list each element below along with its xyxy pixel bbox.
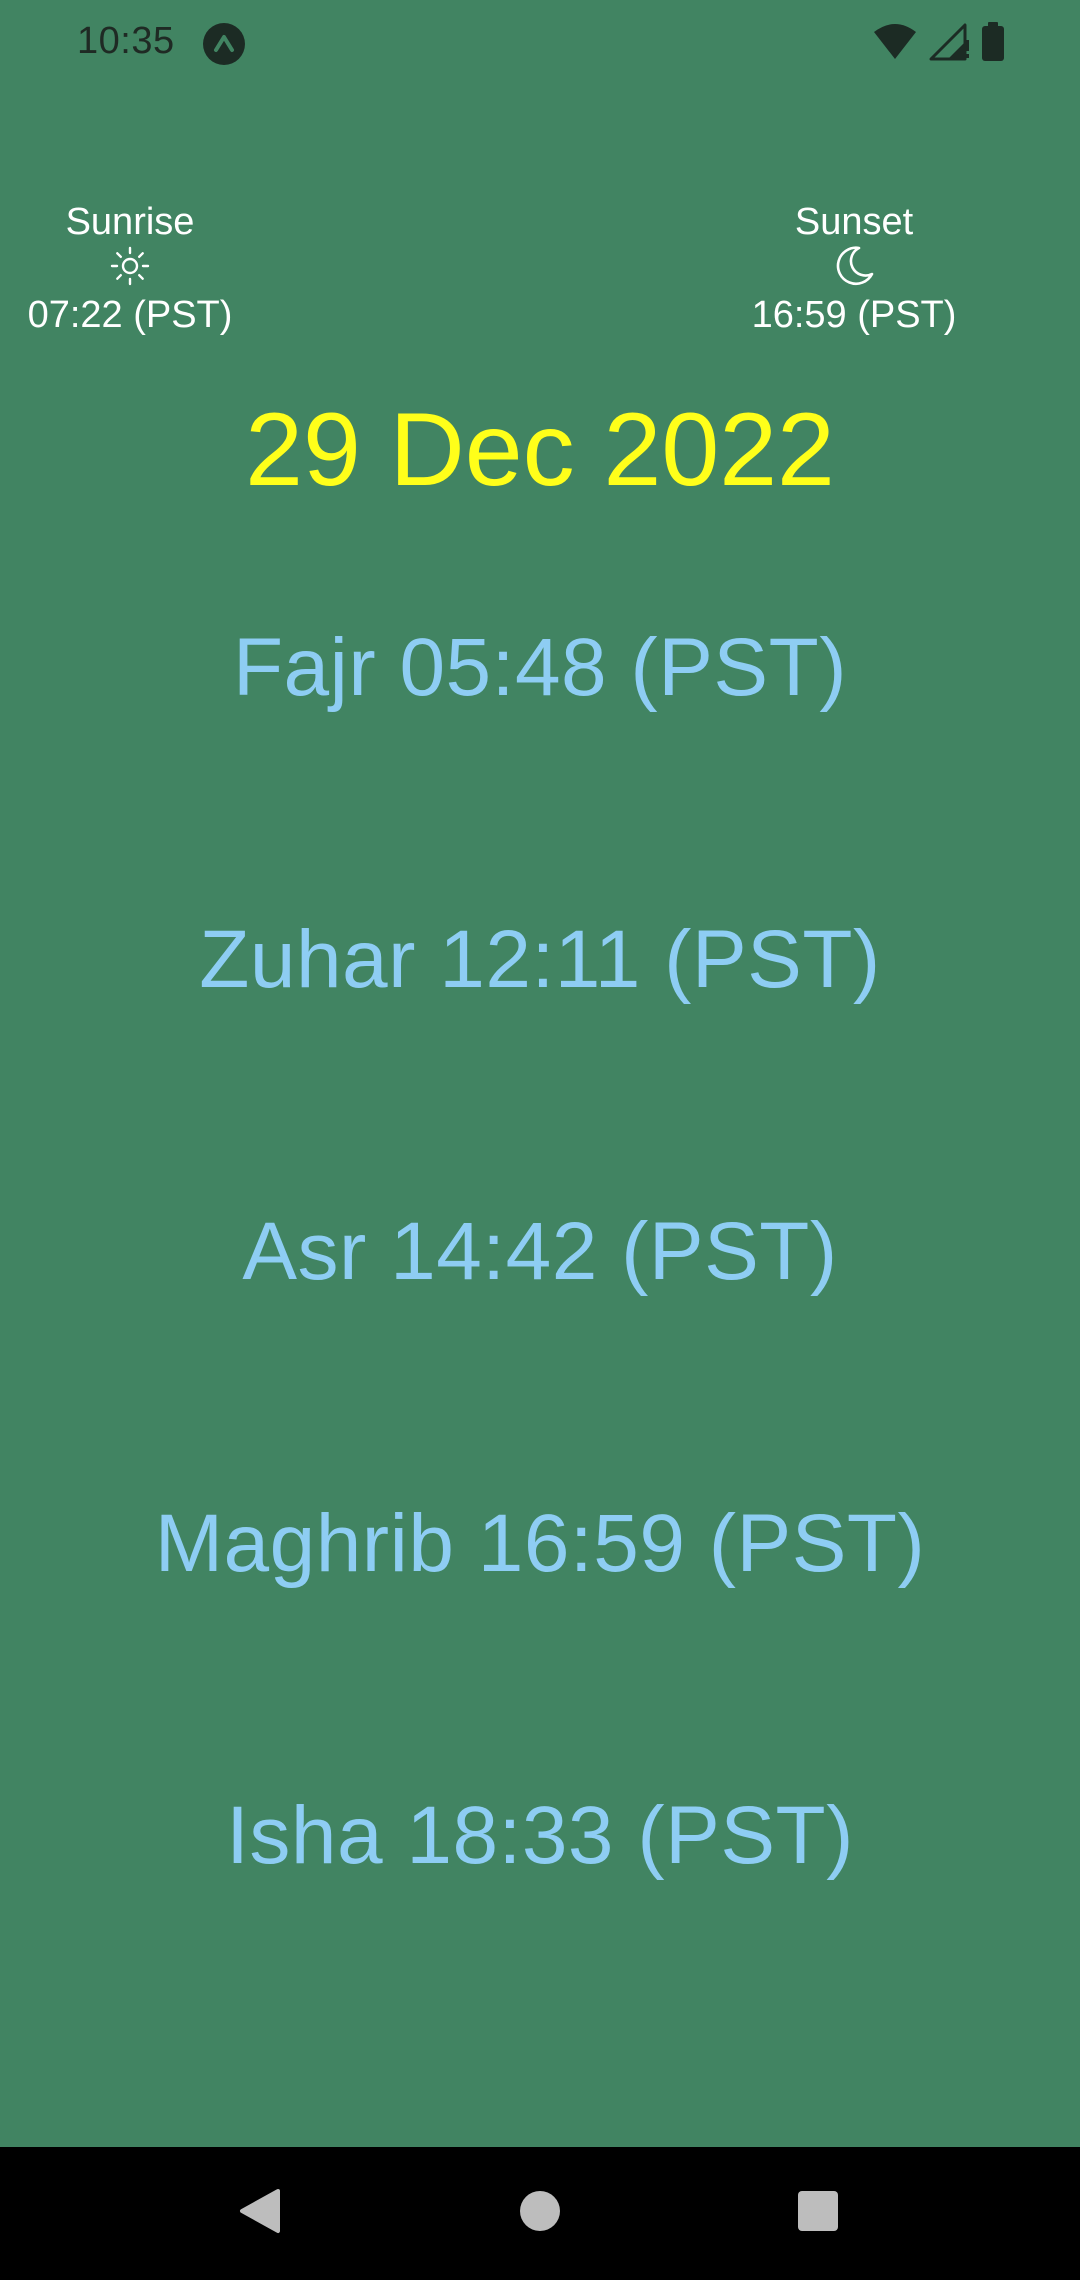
status-time: 10:35	[77, 20, 175, 62]
sunrise-panel: Sunrise 07:22 (PST)	[10, 198, 250, 340]
date-title: 29 Dec 2022	[245, 392, 835, 508]
cell-signal-icon	[928, 22, 970, 67]
prayer-isha: Isha 18:33 (PST)	[226, 1790, 854, 1881]
recents-button[interactable]	[758, 2147, 878, 2280]
battery-icon	[980, 21, 1006, 67]
home-circle-icon	[518, 2189, 562, 2238]
prayer-times-screen: 10:35 Sunrise 07:22 (PST) Sunset 16:59 (…	[0, 0, 1080, 2280]
a-circle-icon	[203, 23, 245, 65]
sunset-time: 16:59 (PST)	[751, 294, 957, 336]
back-triangle-icon	[238, 2187, 282, 2240]
sunset-panel: Sunset 16:59 (PST)	[734, 198, 974, 340]
wifi-icon	[872, 22, 918, 67]
prayer-zuhar: Zuhar 12:11 (PST)	[199, 914, 881, 1005]
sunrise-time: 07:22 (PST)	[27, 294, 233, 336]
home-button[interactable]	[480, 2147, 600, 2280]
status-bar: 10:35	[0, 0, 1080, 88]
back-button[interactable]	[200, 2147, 320, 2280]
prayer-maghrib: Maghrib 16:59 (PST)	[154, 1498, 926, 1589]
sun-icon	[110, 246, 150, 291]
sunset-label: Sunset	[794, 201, 914, 243]
prayer-asr: Asr 14:42 (PST)	[242, 1206, 838, 1297]
sunrise-label: Sunrise	[65, 201, 195, 243]
status-icons	[872, 21, 1006, 67]
navigation-bar	[0, 2147, 1080, 2280]
prayer-fajr: Fajr 05:48 (PST)	[232, 622, 848, 713]
moon-icon	[832, 244, 876, 293]
recents-square-icon	[797, 2190, 839, 2237]
